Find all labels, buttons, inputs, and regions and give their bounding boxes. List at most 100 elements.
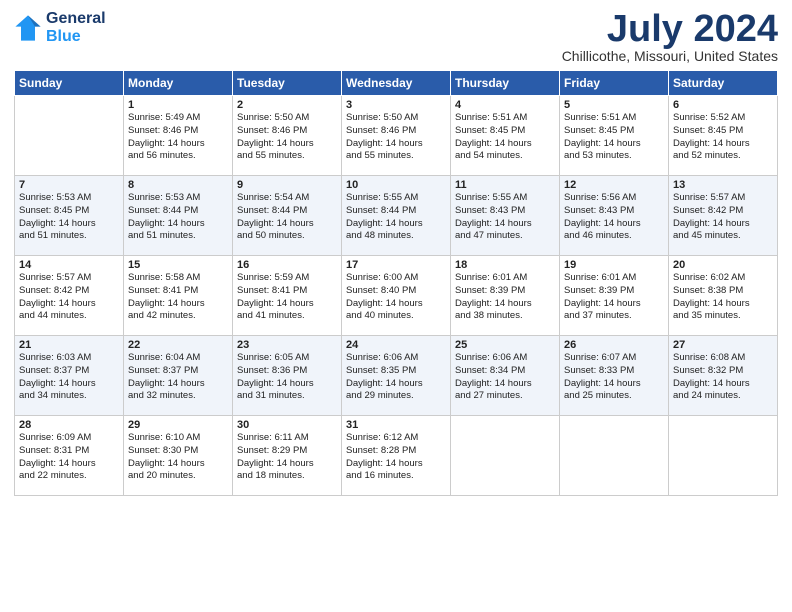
day-info: Sunrise: 5:53 AMSunset: 8:44 PMDaylight:… bbox=[128, 192, 228, 243]
day-number: 7 bbox=[19, 179, 119, 191]
day-info: Sunrise: 6:10 AMSunset: 8:30 PMDaylight:… bbox=[128, 432, 228, 483]
logo: General Blue bbox=[14, 10, 106, 45]
day-info: Sunrise: 5:53 AMSunset: 8:45 PMDaylight:… bbox=[19, 192, 119, 243]
day-info: Sunrise: 6:11 AMSunset: 8:29 PMDaylight:… bbox=[237, 432, 337, 483]
day-info: Sunrise: 6:08 AMSunset: 8:32 PMDaylight:… bbox=[673, 352, 773, 403]
day-info: Sunrise: 5:57 AMSunset: 8:42 PMDaylight:… bbox=[19, 272, 119, 323]
month-title: July 2024 bbox=[562, 10, 778, 48]
week-row-3: 14Sunrise: 5:57 AMSunset: 8:42 PMDayligh… bbox=[15, 256, 778, 336]
day-number: 15 bbox=[128, 259, 228, 271]
day-cell: 22Sunrise: 6:04 AMSunset: 8:37 PMDayligh… bbox=[124, 336, 233, 416]
day-cell bbox=[560, 416, 669, 496]
day-cell: 25Sunrise: 6:06 AMSunset: 8:34 PMDayligh… bbox=[451, 336, 560, 416]
logo-icon bbox=[14, 14, 42, 42]
day-info: Sunrise: 5:49 AMSunset: 8:46 PMDaylight:… bbox=[128, 112, 228, 163]
day-info: Sunrise: 5:55 AMSunset: 8:44 PMDaylight:… bbox=[346, 192, 446, 243]
day-info: Sunrise: 6:06 AMSunset: 8:34 PMDaylight:… bbox=[455, 352, 555, 403]
day-header-sunday: Sunday bbox=[15, 71, 124, 96]
day-cell: 21Sunrise: 6:03 AMSunset: 8:37 PMDayligh… bbox=[15, 336, 124, 416]
day-info: Sunrise: 5:51 AMSunset: 8:45 PMDaylight:… bbox=[455, 112, 555, 163]
day-number: 1 bbox=[128, 99, 228, 111]
day-cell: 1Sunrise: 5:49 AMSunset: 8:46 PMDaylight… bbox=[124, 96, 233, 176]
day-number: 30 bbox=[237, 419, 337, 431]
day-cell: 10Sunrise: 5:55 AMSunset: 8:44 PMDayligh… bbox=[342, 176, 451, 256]
day-number: 22 bbox=[128, 339, 228, 351]
day-cell: 16Sunrise: 5:59 AMSunset: 8:41 PMDayligh… bbox=[233, 256, 342, 336]
week-row-1: 1Sunrise: 5:49 AMSunset: 8:46 PMDaylight… bbox=[15, 96, 778, 176]
day-info: Sunrise: 5:58 AMSunset: 8:41 PMDaylight:… bbox=[128, 272, 228, 323]
day-info: Sunrise: 5:50 AMSunset: 8:46 PMDaylight:… bbox=[237, 112, 337, 163]
day-number: 19 bbox=[564, 259, 664, 271]
day-number: 25 bbox=[455, 339, 555, 351]
day-header-friday: Friday bbox=[560, 71, 669, 96]
day-number: 26 bbox=[564, 339, 664, 351]
day-cell: 11Sunrise: 5:55 AMSunset: 8:43 PMDayligh… bbox=[451, 176, 560, 256]
day-cell: 12Sunrise: 5:56 AMSunset: 8:43 PMDayligh… bbox=[560, 176, 669, 256]
header-row: SundayMondayTuesdayWednesdayThursdayFrid… bbox=[15, 71, 778, 96]
day-number: 24 bbox=[346, 339, 446, 351]
day-number: 29 bbox=[128, 419, 228, 431]
logo-line2: Blue bbox=[46, 28, 106, 46]
day-info: Sunrise: 6:04 AMSunset: 8:37 PMDaylight:… bbox=[128, 352, 228, 403]
day-number: 4 bbox=[455, 99, 555, 111]
day-cell: 29Sunrise: 6:10 AMSunset: 8:30 PMDayligh… bbox=[124, 416, 233, 496]
day-info: Sunrise: 5:56 AMSunset: 8:43 PMDaylight:… bbox=[564, 192, 664, 243]
day-cell: 30Sunrise: 6:11 AMSunset: 8:29 PMDayligh… bbox=[233, 416, 342, 496]
header: General Blue July 2024 Chillicothe, Miss… bbox=[14, 10, 778, 64]
logo-line1: General bbox=[46, 10, 106, 28]
day-cell: 31Sunrise: 6:12 AMSunset: 8:28 PMDayligh… bbox=[342, 416, 451, 496]
day-cell: 19Sunrise: 6:01 AMSunset: 8:39 PMDayligh… bbox=[560, 256, 669, 336]
day-number: 6 bbox=[673, 99, 773, 111]
day-number: 3 bbox=[346, 99, 446, 111]
day-cell: 17Sunrise: 6:00 AMSunset: 8:40 PMDayligh… bbox=[342, 256, 451, 336]
day-cell: 28Sunrise: 6:09 AMSunset: 8:31 PMDayligh… bbox=[15, 416, 124, 496]
day-cell: 15Sunrise: 5:58 AMSunset: 8:41 PMDayligh… bbox=[124, 256, 233, 336]
day-cell: 27Sunrise: 6:08 AMSunset: 8:32 PMDayligh… bbox=[669, 336, 778, 416]
day-cell: 6Sunrise: 5:52 AMSunset: 8:45 PMDaylight… bbox=[669, 96, 778, 176]
day-info: Sunrise: 5:50 AMSunset: 8:46 PMDaylight:… bbox=[346, 112, 446, 163]
day-cell: 3Sunrise: 5:50 AMSunset: 8:46 PMDaylight… bbox=[342, 96, 451, 176]
day-info: Sunrise: 6:02 AMSunset: 8:38 PMDaylight:… bbox=[673, 272, 773, 323]
day-cell bbox=[451, 416, 560, 496]
day-number: 21 bbox=[19, 339, 119, 351]
day-cell: 24Sunrise: 6:06 AMSunset: 8:35 PMDayligh… bbox=[342, 336, 451, 416]
day-cell: 8Sunrise: 5:53 AMSunset: 8:44 PMDaylight… bbox=[124, 176, 233, 256]
page-container: General Blue July 2024 Chillicothe, Miss… bbox=[0, 0, 792, 506]
day-info: Sunrise: 6:09 AMSunset: 8:31 PMDaylight:… bbox=[19, 432, 119, 483]
day-number: 28 bbox=[19, 419, 119, 431]
week-row-5: 28Sunrise: 6:09 AMSunset: 8:31 PMDayligh… bbox=[15, 416, 778, 496]
day-cell: 2Sunrise: 5:50 AMSunset: 8:46 PMDaylight… bbox=[233, 96, 342, 176]
day-number: 11 bbox=[455, 179, 555, 191]
week-row-4: 21Sunrise: 6:03 AMSunset: 8:37 PMDayligh… bbox=[15, 336, 778, 416]
day-number: 17 bbox=[346, 259, 446, 271]
day-number: 13 bbox=[673, 179, 773, 191]
day-header-thursday: Thursday bbox=[451, 71, 560, 96]
week-row-2: 7Sunrise: 5:53 AMSunset: 8:45 PMDaylight… bbox=[15, 176, 778, 256]
day-number: 8 bbox=[128, 179, 228, 191]
day-header-monday: Monday bbox=[124, 71, 233, 96]
day-cell: 4Sunrise: 5:51 AMSunset: 8:45 PMDaylight… bbox=[451, 96, 560, 176]
day-number: 23 bbox=[237, 339, 337, 351]
day-info: Sunrise: 6:12 AMSunset: 8:28 PMDaylight:… bbox=[346, 432, 446, 483]
day-info: Sunrise: 6:05 AMSunset: 8:36 PMDaylight:… bbox=[237, 352, 337, 403]
location: Chillicothe, Missouri, United States bbox=[562, 48, 778, 64]
day-number: 31 bbox=[346, 419, 446, 431]
day-info: Sunrise: 6:03 AMSunset: 8:37 PMDaylight:… bbox=[19, 352, 119, 403]
day-header-tuesday: Tuesday bbox=[233, 71, 342, 96]
day-info: Sunrise: 5:55 AMSunset: 8:43 PMDaylight:… bbox=[455, 192, 555, 243]
day-cell: 18Sunrise: 6:01 AMSunset: 8:39 PMDayligh… bbox=[451, 256, 560, 336]
day-info: Sunrise: 6:01 AMSunset: 8:39 PMDaylight:… bbox=[564, 272, 664, 323]
day-info: Sunrise: 6:06 AMSunset: 8:35 PMDaylight:… bbox=[346, 352, 446, 403]
day-number: 16 bbox=[237, 259, 337, 271]
day-info: Sunrise: 5:59 AMSunset: 8:41 PMDaylight:… bbox=[237, 272, 337, 323]
day-number: 5 bbox=[564, 99, 664, 111]
day-info: Sunrise: 5:52 AMSunset: 8:45 PMDaylight:… bbox=[673, 112, 773, 163]
day-cell: 26Sunrise: 6:07 AMSunset: 8:33 PMDayligh… bbox=[560, 336, 669, 416]
day-number: 18 bbox=[455, 259, 555, 271]
day-header-wednesday: Wednesday bbox=[342, 71, 451, 96]
day-number: 27 bbox=[673, 339, 773, 351]
day-info: Sunrise: 6:07 AMSunset: 8:33 PMDaylight:… bbox=[564, 352, 664, 403]
day-cell: 23Sunrise: 6:05 AMSunset: 8:36 PMDayligh… bbox=[233, 336, 342, 416]
day-cell bbox=[669, 416, 778, 496]
title-area: July 2024 Chillicothe, Missouri, United … bbox=[562, 10, 778, 64]
